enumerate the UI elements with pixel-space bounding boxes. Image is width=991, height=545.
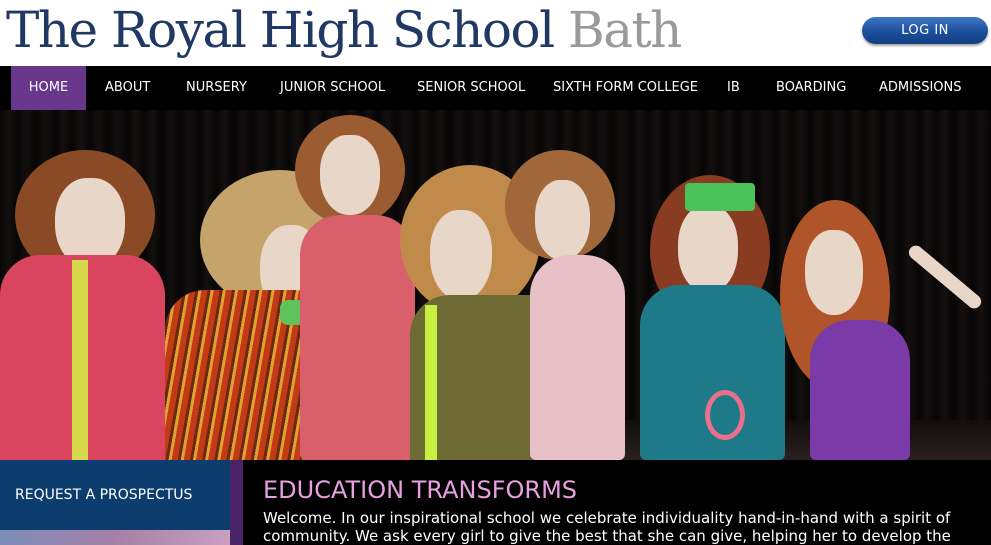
prospectus-thumbnail-strip — [0, 530, 230, 545]
site-header: The Royal High School Bath LOG IN — [0, 0, 991, 66]
welcome-text: Welcome. In our inspirational school we … — [263, 509, 951, 545]
nav-item-about[interactable]: ABOUT — [105, 66, 150, 110]
nav-item-admissions[interactable]: ADMISSIONS — [879, 66, 962, 110]
sidebar-divider — [230, 460, 243, 545]
nav-item-junior-school[interactable]: JUNIOR SCHOOL — [280, 66, 385, 110]
logo-city-name: Bath — [567, 1, 682, 59]
performer-figure — [780, 200, 984, 460]
logo-school-name: The Royal High School — [6, 1, 555, 59]
hero-image — [0, 110, 991, 460]
main-nav: HOME ABOUT NURSERY JUNIOR SCHOOL SENIOR … — [0, 66, 991, 110]
login-button[interactable]: LOG IN — [862, 17, 988, 44]
section-title: EDUCATION TRANSFORMS — [263, 476, 578, 504]
site-logo[interactable]: The Royal High School Bath — [6, 0, 682, 60]
welcome-section: EDUCATION TRANSFORMS Welcome. In our ins… — [243, 460, 991, 545]
performer-figure — [630, 175, 790, 460]
performer-figure — [0, 150, 175, 460]
nav-item-boarding[interactable]: BOARDING — [776, 66, 846, 110]
request-prospectus-label: REQUEST A PROSPECTUS — [15, 487, 193, 503]
nav-item-nursery[interactable]: NURSERY — [186, 66, 247, 110]
nav-item-home[interactable]: HOME — [11, 66, 86, 110]
nav-item-sixth-form-college[interactable]: SIXTH FORM COLLEGE — [553, 66, 698, 110]
nav-item-senior-school[interactable]: SENIOR SCHOOL — [417, 66, 525, 110]
nav-item-ib[interactable]: IB — [727, 66, 740, 110]
request-prospectus-button[interactable]: REQUEST A PROSPECTUS — [0, 460, 230, 530]
performer-figure — [505, 150, 630, 460]
